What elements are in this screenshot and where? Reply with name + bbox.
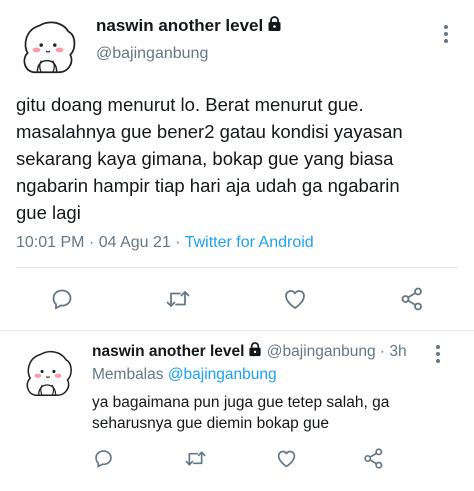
replying-prefix: Membalas	[92, 366, 168, 383]
retweet-icon	[166, 291, 190, 307]
avatar-icon	[26, 350, 72, 396]
retweet-icon	[184, 451, 206, 465]
retweet-button[interactable]	[162, 283, 194, 315]
tweet-text-line: masalahnya gue bener2 gatau kondisi yaya…	[16, 121, 403, 142]
lock-icon	[267, 16, 282, 37]
reply-icon	[94, 449, 112, 468]
tweet-text-line: sekarang kaya gimana, bokap gue yang bia…	[16, 148, 394, 169]
author-name-text: naswin another level	[96, 16, 264, 35]
share-button[interactable]	[396, 283, 428, 315]
divider	[0, 330, 474, 331]
meta-separator: ·	[170, 234, 185, 251]
lock-icon	[248, 342, 262, 362]
meta-separator: ·	[84, 234, 99, 251]
more-vertical-icon[interactable]	[428, 342, 448, 366]
tweet-meta: 10:01 PM · 04 Agu 21 · Twitter for Andro…	[16, 234, 314, 252]
reply-button[interactable]	[46, 283, 78, 315]
author-name[interactable]: naswin another level	[96, 16, 282, 37]
retweet-button[interactable]	[181, 444, 209, 472]
heart-icon	[285, 290, 305, 309]
share-icon	[401, 287, 422, 311]
more-vertical-icon[interactable]	[436, 22, 456, 46]
replying-to: Membalas @bajinganbung	[92, 366, 277, 384]
tweet-date[interactable]: 04 Agu 21	[99, 234, 171, 251]
share-button[interactable]	[359, 444, 387, 472]
reply-author-name[interactable]: naswin another level	[92, 343, 244, 360]
tweet-text-line: gue lagi	[16, 202, 81, 223]
reply-author-handle[interactable]: @bajinganbung	[267, 343, 376, 360]
reply-author-avatar[interactable]	[20, 346, 76, 402]
like-button[interactable]	[279, 283, 311, 315]
tweet-text: gitu doang menurut lo. Berat menurut gue…	[16, 91, 462, 226]
share-icon	[363, 447, 382, 469]
tweet-source-link[interactable]: Twitter for Android	[185, 234, 314, 251]
reply-text: ya bagaimana pun juga gue tetep salah, g…	[92, 394, 390, 432]
like-button[interactable]	[272, 444, 300, 472]
replying-mention-link[interactable]: @bajinganbung	[168, 366, 277, 383]
main-tweet: naswin another level @bajinganbung gitu …	[0, 0, 474, 330]
reply-icon	[52, 289, 72, 310]
divider	[16, 267, 458, 268]
tweet-time[interactable]: 10:01 PM	[16, 234, 84, 251]
heart-icon	[277, 450, 295, 467]
avatar-icon	[23, 21, 76, 74]
tweet-text-line: gitu doang menurut lo. Berat menurut gue…	[16, 94, 364, 115]
reply-button[interactable]	[89, 444, 117, 472]
meta-separator: ·	[375, 343, 390, 360]
author-handle[interactable]: @bajinganbung	[96, 45, 208, 63]
tweet-text-line: ngabarin hampir tiap hari aja udah ga ng…	[16, 175, 400, 196]
reply-age: 3h	[389, 343, 407, 360]
reply-author-line: naswin another level @bajinganbung · 3h	[92, 342, 407, 362]
author-avatar[interactable]	[16, 16, 80, 80]
